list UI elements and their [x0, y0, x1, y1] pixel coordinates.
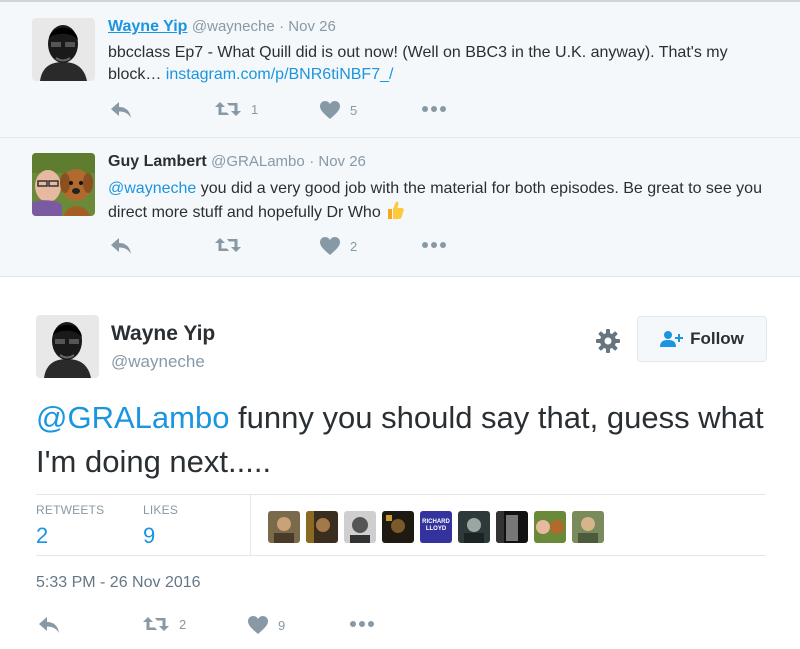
more-button[interactable] [421, 105, 447, 113]
retweet-button[interactable] [215, 237, 251, 253]
author-name[interactable]: Guy Lambert [108, 153, 207, 170]
liker-avatar[interactable] [268, 511, 300, 543]
tweet-actions: 1 5 [108, 101, 508, 123]
thumbs-up-emoji [387, 201, 404, 219]
stats-divider [250, 495, 251, 555]
author-handle[interactable]: @GRALambo [211, 153, 305, 170]
liker-avatar[interactable] [496, 511, 528, 543]
retweets-stat[interactable]: RETWEETS 2 [36, 503, 104, 549]
tweet-wayne-yip[interactable]: Wayne Yip @wayneche · Nov 26 bbcclass Ep… [0, 0, 800, 138]
liker-avatars: RICHARD LLOYD [268, 511, 610, 543]
like-count: 2 [350, 238, 358, 254]
retweet-icon [215, 238, 241, 252]
main-author-handle[interactable]: @wayneche [111, 352, 205, 372]
tweet-header: Wayne Yip @wayneche · Nov 26 [108, 18, 336, 36]
heart-icon [248, 616, 268, 634]
like-count: 9 [278, 617, 286, 633]
reply-button[interactable] [38, 616, 60, 634]
tweet-date[interactable]: · Nov 26 [309, 153, 366, 170]
likes-stat[interactable]: LIKES 9 [143, 503, 178, 549]
retweet-icon [215, 102, 241, 116]
tweet-actions: 2 [108, 237, 508, 259]
reply-button[interactable] [110, 101, 132, 119]
follow-button[interactable]: Follow [637, 316, 767, 362]
liker-avatar[interactable] [344, 511, 376, 543]
liker-avatar[interactable] [572, 511, 604, 543]
follow-person-icon [660, 331, 684, 347]
tweet-guy-lambert[interactable]: Guy Lambert @GRALambo · Nov 26 @wayneche… [0, 138, 800, 277]
mention-link[interactable]: @GRALambo [36, 400, 229, 435]
reply-icon [39, 617, 59, 633]
more-button[interactable] [421, 241, 447, 249]
tweet-stats: RETWEETS 2 LIKES 9 RICHARD LLOYD [36, 494, 766, 556]
like-count: 5 [350, 102, 358, 118]
tweet-timestamp[interactable]: 5:33 PM - 26 Nov 2016 [36, 574, 201, 592]
retweet-icon [143, 617, 169, 631]
avatar[interactable] [32, 153, 95, 216]
gear-icon[interactable] [595, 328, 621, 354]
main-author-name[interactable]: Wayne Yip [111, 322, 215, 346]
author-handle[interactable]: @wayneche [192, 18, 275, 35]
retweet-button[interactable]: 1 [215, 101, 258, 117]
mention-link[interactable]: @wayneche [108, 180, 196, 197]
like-button[interactable]: 2 [320, 237, 357, 255]
likes-value: 9 [143, 523, 156, 548]
likes-label: LIKES [143, 503, 179, 517]
tweet-date[interactable]: · Nov 26 [279, 18, 336, 35]
liker-avatar[interactable] [382, 511, 414, 543]
avatar[interactable] [32, 18, 95, 81]
main-tweet-actions: 2 9 [36, 616, 436, 638]
tweet-body: you did a very good job with the materia… [108, 180, 762, 221]
main-avatar[interactable] [36, 315, 99, 378]
more-icon [422, 106, 446, 112]
like-button[interactable]: 5 [320, 101, 357, 119]
instagram-link[interactable]: instagram.com/p/BNR6tiNBF7_/ [166, 66, 394, 83]
retweet-button[interactable]: 2 [143, 616, 186, 632]
reply-icon [111, 102, 131, 118]
reply-button[interactable] [110, 237, 132, 255]
liker-avatar-richard-lloyd[interactable]: RICHARD LLOYD [420, 511, 452, 543]
retweet-count: 1 [251, 101, 259, 117]
more-icon [422, 242, 446, 248]
more-button[interactable] [349, 620, 375, 628]
liker-overlay-text: RICHARD LLOYD [422, 519, 450, 532]
tweet-header: Guy Lambert @GRALambo · Nov 26 [108, 153, 366, 171]
liker-avatar[interactable] [458, 511, 490, 543]
heart-icon [320, 237, 340, 255]
author-name[interactable]: Wayne Yip [108, 18, 187, 35]
heart-icon [320, 101, 340, 119]
retweet-count: 2 [179, 616, 187, 632]
main-tweet-text: @GRALambo funny you should say that, gue… [36, 396, 776, 484]
liker-avatar[interactable] [306, 511, 338, 543]
tweet-text: bbcclass Ep7 - What Quill did is out now… [108, 42, 768, 86]
like-button[interactable]: 9 [248, 616, 285, 634]
more-icon [350, 621, 374, 627]
follow-label: Follow [690, 329, 744, 348]
tweet-text: @wayneche you did a very good job with t… [108, 178, 768, 224]
liker-avatar[interactable] [534, 511, 566, 543]
reply-icon [111, 238, 131, 254]
retweets-label: RETWEETS [36, 503, 105, 517]
retweets-value: 2 [36, 523, 49, 548]
